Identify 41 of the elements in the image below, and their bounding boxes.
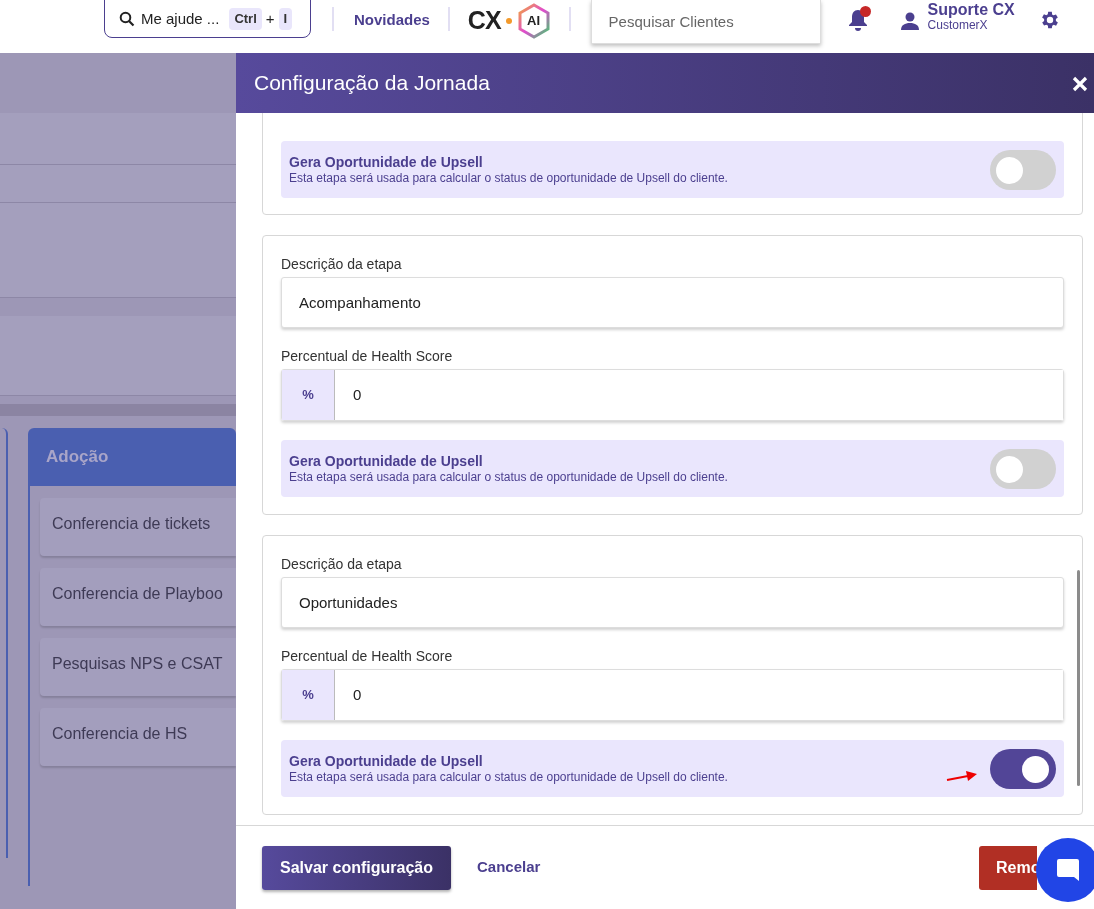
scrollbar[interactable] bbox=[1077, 570, 1080, 786]
user-name: Suporte CX bbox=[927, 1, 1015, 18]
company-name: CustomerX bbox=[927, 18, 989, 32]
description-field[interactable]: Oportunidades bbox=[281, 577, 1064, 628]
toggle-switch[interactable] bbox=[990, 448, 1056, 489]
column-header: Adoção bbox=[28, 428, 236, 486]
field-label: Descrição da etapa bbox=[281, 255, 403, 274]
upsell-hint: Esta etapa será usada para calcular o status de oportunidade de Upsell do cliente. bbox=[289, 170, 728, 186]
task-card[interactable]: Conferencia de Playboo bbox=[40, 567, 236, 626]
key-cap: I bbox=[278, 8, 293, 30]
chat-icon bbox=[1055, 857, 1081, 883]
task-card[interactable]: Conferencia de HS bbox=[40, 707, 236, 766]
task-card[interactable]: Pesquisas NPS e CSAT bbox=[40, 637, 236, 696]
toggle-switch[interactable] bbox=[990, 149, 1056, 190]
notification-bell-icon[interactable] bbox=[846, 7, 869, 31]
panel-title: Configuração da Jornada bbox=[254, 70, 490, 97]
description-field[interactable]: Acompanhamento bbox=[281, 277, 1064, 328]
upsell-label: Gera Oportunidade de Upsell bbox=[289, 153, 484, 171]
field-label: Descrição da etapa bbox=[281, 555, 403, 574]
cancel-link[interactable]: Cancelar bbox=[476, 856, 541, 879]
upsell-label: Gera Oportunidade de Upsell bbox=[289, 752, 484, 770]
help-search-button[interactable]: Me ajude ... Ctrl + I bbox=[104, 0, 311, 38]
plus-sign: + bbox=[265, 8, 275, 29]
logo-text: CX bbox=[467, 5, 501, 36]
key-cap: Ctrl bbox=[229, 8, 262, 30]
upsell-hint: Esta etapa será usada para calcular o status de oportunidade de Upsell do cliente. bbox=[289, 769, 728, 785]
task-card[interactable]: Conferencia de tickets bbox=[40, 497, 236, 556]
dot-icon bbox=[505, 17, 512, 24]
save-button[interactable]: Salvar configuração bbox=[262, 845, 451, 890]
search-icon bbox=[119, 11, 135, 27]
health-score-field[interactable]: % 0 bbox=[281, 369, 1064, 421]
help-label: Me ajude ... bbox=[141, 8, 220, 29]
upsell-label: Gera Oportunidade de Upsell bbox=[289, 452, 484, 470]
upsell-hint: Esta etapa será usada para calcular o status de oportunidade de Upsell do cliente. bbox=[289, 469, 728, 485]
health-score-field[interactable]: % 0 bbox=[281, 669, 1064, 721]
toggle-switch[interactable] bbox=[990, 748, 1056, 789]
news-link[interactable]: Novidades bbox=[354, 9, 430, 32]
ai-badge: AI bbox=[516, 2, 551, 39]
client-search-field[interactable]: Pesquisar Clientes bbox=[590, 0, 821, 44]
field-label: Percentual de Health Score bbox=[281, 647, 454, 666]
field-label: Percentual de Health Score bbox=[281, 347, 454, 366]
